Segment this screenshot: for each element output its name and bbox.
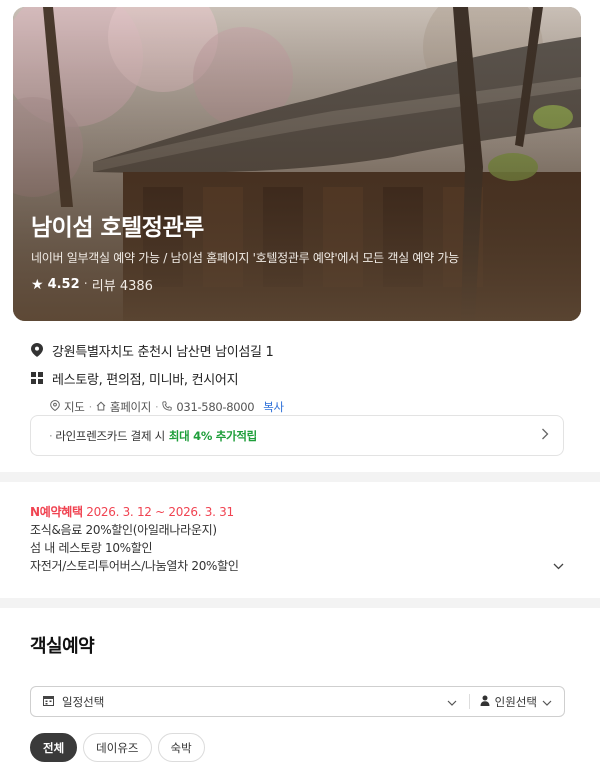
reservation-benefit[interactable]: N예약혜택 2026. 3. 12 ~ 2026. 3. 31 조식&음료 20… bbox=[30, 503, 570, 575]
bullet-dot: · bbox=[49, 428, 53, 443]
booking-note: 네이버 일부객실 예약 가능 / 남이섬 홈페이지 '호텔정관루 예약'에서 모… bbox=[31, 251, 459, 265]
address-row: 강원특별자치도 춘천시 남산면 남이섬길 1 bbox=[30, 338, 570, 362]
person-icon bbox=[480, 695, 490, 709]
benefit-label: N예약혜택 bbox=[30, 505, 83, 519]
hero-image[interactable]: 남이섬 호텔정관루 네이버 일부객실 예약 가능 / 남이섬 홈페이지 '호텔정… bbox=[13, 7, 581, 321]
star-icon: ★ bbox=[31, 276, 44, 293]
card-promo-banner[interactable]: · 라인프렌즈카드 결제 시 최대 4% 추가적립 bbox=[30, 415, 564, 456]
phone-icon bbox=[162, 400, 173, 414]
contact-links: 지도 · 홈페이지 · 031-580-8000 복사 bbox=[50, 397, 570, 417]
date-guest-selector: 일정선택 인원선택 bbox=[30, 686, 565, 717]
rating-summary[interactable]: ★ 4.52 · 리뷰 4386 bbox=[31, 275, 569, 295]
address-text: 강원특별자치도 춘천시 남산면 남이섬길 1 bbox=[52, 344, 274, 360]
rating-score: 4.52 bbox=[47, 277, 80, 292]
chevron-down-icon bbox=[542, 695, 552, 709]
chevron-right-icon bbox=[541, 428, 549, 443]
benefit-line: 자전거/스토리투어버스/나눔열차 20%할인 bbox=[30, 559, 239, 573]
facilities-text: 레스토랑, 편의점, 미니바, 컨시어지 bbox=[52, 372, 239, 388]
calendar-icon bbox=[43, 695, 54, 709]
phone-number[interactable]: 031-580-8000 bbox=[176, 400, 254, 414]
benefit-line: 조식&음료 20%할인(아일래나라운지) bbox=[30, 523, 217, 537]
chip-day-use[interactable]: 데이유즈 bbox=[83, 733, 152, 762]
benefit-line: 섬 내 레스토랑 10%할인 bbox=[30, 541, 153, 555]
room-reservation-title: 객실예약 bbox=[30, 636, 95, 657]
card-promo-text: 라인프렌즈카드 결제 시 bbox=[55, 428, 165, 443]
section-divider bbox=[0, 472, 600, 482]
map-pin-icon bbox=[50, 399, 60, 414]
copy-phone-button[interactable]: 복사 bbox=[263, 399, 284, 415]
homepage-link[interactable]: 홈페이지 bbox=[110, 399, 151, 415]
facilities-row: 레스토랑, 편의점, 미니바, 컨시어지 bbox=[30, 366, 570, 390]
chip-stay[interactable]: 숙박 bbox=[157, 733, 205, 762]
date-select-label: 일정선택 bbox=[62, 694, 105, 709]
benefit-period: 2026. 3. 12 ~ 2026. 3. 31 bbox=[86, 505, 234, 519]
home-icon bbox=[96, 400, 106, 414]
map-link[interactable]: 지도 bbox=[64, 399, 85, 415]
separator-dot: · bbox=[83, 277, 88, 292]
review-count[interactable]: 리뷰 4386 bbox=[92, 275, 153, 294]
benefit-header: N예약혜택 2026. 3. 12 ~ 2026. 3. 31 bbox=[30, 503, 570, 521]
date-select-button[interactable]: 일정선택 bbox=[31, 694, 457, 710]
chevron-down-icon bbox=[447, 695, 457, 709]
location-pin-icon bbox=[30, 343, 44, 357]
expand-chevron-icon[interactable] bbox=[553, 559, 564, 573]
card-promo-highlight: 최대 4% 추가적립 bbox=[168, 428, 257, 443]
chip-all[interactable]: 전체 bbox=[30, 733, 78, 762]
grid-icon bbox=[30, 371, 44, 385]
hotel-info: 강원특별자치도 춘천시 남산면 남이섬길 1 레스토랑, 편의점, 미니바, 컨… bbox=[30, 338, 570, 417]
guest-select-label: 인원선택 bbox=[494, 694, 537, 709]
room-filter-chips: 전체 데이유즈 숙박 bbox=[30, 733, 205, 762]
hotel-name: 남이섬 호텔정관루 bbox=[31, 215, 204, 241]
section-divider bbox=[0, 598, 600, 608]
guest-select-button[interactable]: 인원선택 bbox=[480, 694, 564, 710]
